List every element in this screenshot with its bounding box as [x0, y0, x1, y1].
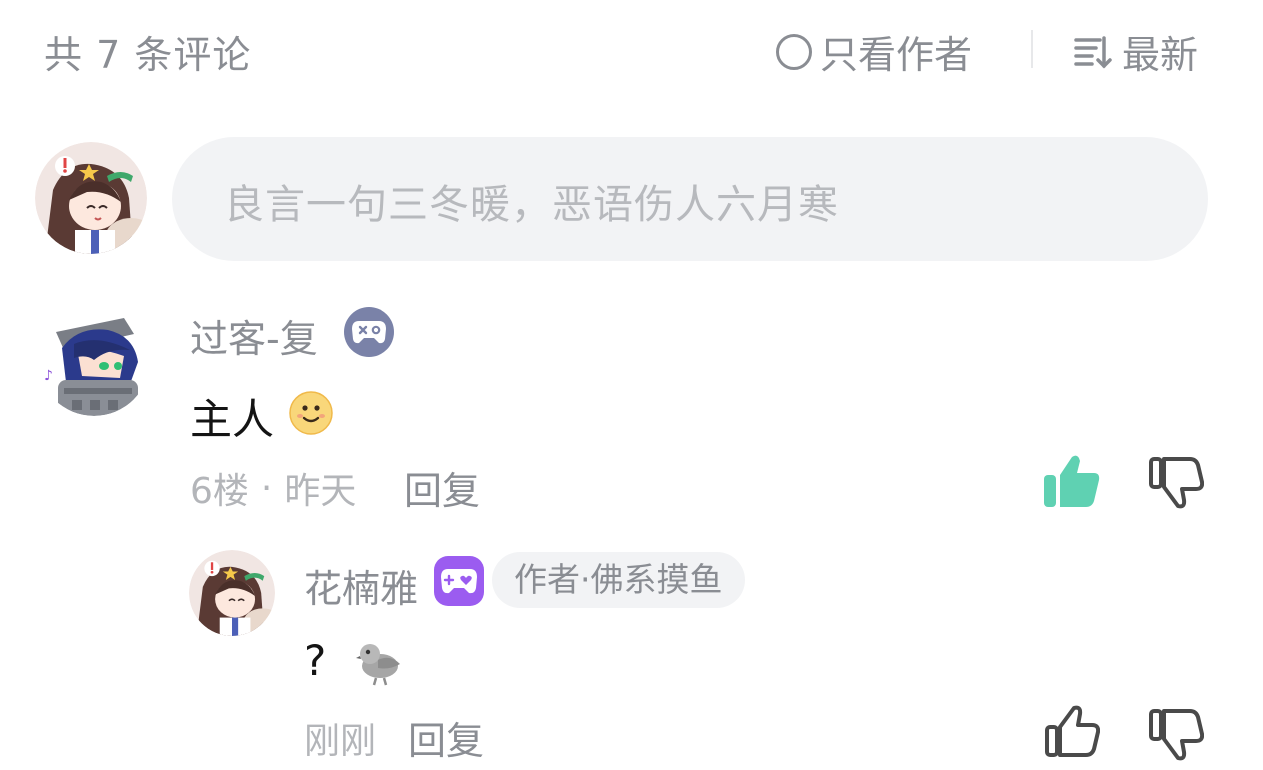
heart-gamepad-icon [434, 556, 484, 606]
comment-count: 共 7 条评论 [44, 33, 252, 77]
pigeon-emoji-icon [356, 640, 402, 686]
comment-meta: 6楼 · 昨天 [190, 462, 356, 514]
gamepad-icon [344, 307, 394, 357]
comment-time: 昨天 [284, 471, 357, 512]
dislike-button[interactable] [1148, 456, 1205, 510]
sort-label: 最新 [1122, 33, 1199, 77]
header-divider [1031, 30, 1033, 68]
meta-separator: · [260, 467, 273, 509]
commenter-username[interactable]: 过客-复 [190, 308, 318, 363]
svg-text:♪: ♪ [44, 368, 53, 384]
reply-dislike-button[interactable] [1148, 708, 1205, 762]
author-only-toggle[interactable]: 只看作者 [776, 24, 972, 79]
comment-content: 主人 [190, 395, 275, 444]
smile-emoji-icon [288, 390, 334, 436]
thumbs-down-icon [1149, 457, 1205, 509]
thumbs-down-icon [1149, 709, 1205, 761]
reply-content: ? [304, 636, 327, 685]
current-user-avatar[interactable] [35, 142, 147, 254]
thumbs-up-filled-icon [1044, 455, 1100, 507]
floor-number: 6楼 [190, 471, 249, 512]
reply-like-button[interactable] [1044, 704, 1101, 758]
author-only-label: 只看作者 [820, 33, 973, 77]
commenter-avatar[interactable]: ♪ [38, 304, 150, 416]
sort-lines-icon [1074, 35, 1112, 68]
comment-input-placeholder: 良言一句三冬暖，恶语伤人六月寒 [224, 182, 839, 228]
reply-button[interactable]: 回复 [404, 460, 480, 515]
reply-author-username[interactable]: 花楠雅 [304, 558, 418, 613]
reply-time: 刚刚 [304, 721, 377, 762]
like-button[interactable] [1042, 453, 1102, 509]
reply-author-avatar[interactable] [189, 550, 275, 636]
author-tag: 作者·佛系摸鱼 [492, 552, 745, 608]
thumbs-up-icon [1045, 705, 1101, 757]
sort-button[interactable]: 最新 [1072, 24, 1198, 79]
radio-circle-icon[interactable] [776, 33, 812, 70]
reply-reply-button[interactable]: 回复 [408, 710, 484, 765]
